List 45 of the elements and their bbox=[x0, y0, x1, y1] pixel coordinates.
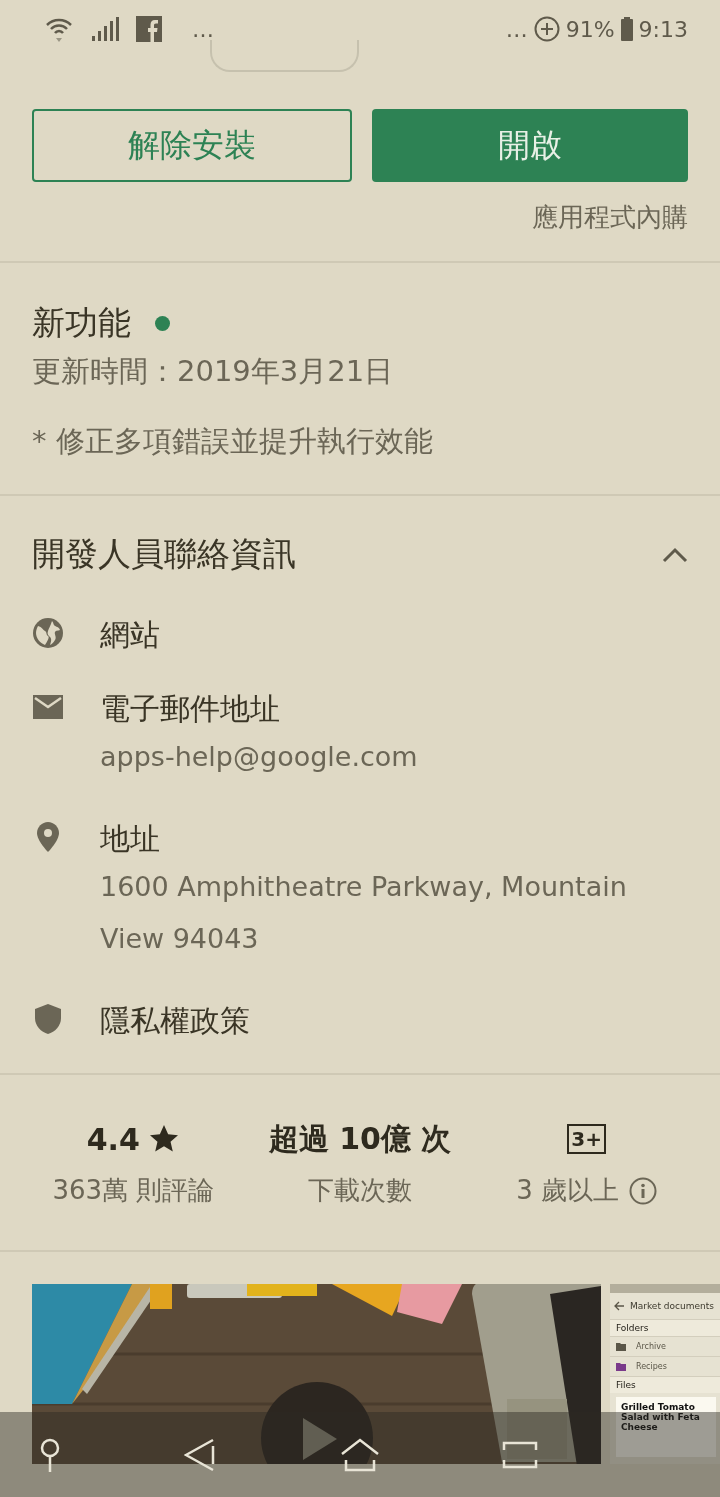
contact-label[interactable]: 隱私權政策 bbox=[100, 1003, 250, 1039]
chevron-up-icon[interactable] bbox=[662, 546, 688, 563]
clock: 9:13 bbox=[638, 16, 688, 42]
contact-detail: 1600 Amphitheatre Parkway, Mountain View 94043 bbox=[100, 870, 628, 956]
age-rating-badge: 3+ bbox=[567, 1124, 606, 1154]
stat-caption: 下載次數 bbox=[308, 1174, 412, 1207]
section-label: Files bbox=[610, 1376, 720, 1393]
folder-name: Recipes bbox=[636, 1362, 667, 1371]
section-label: Folders bbox=[610, 1319, 720, 1336]
folder-icon bbox=[616, 1362, 626, 1371]
screen-title: Market documents bbox=[630, 1301, 714, 1311]
new-dot-icon bbox=[155, 316, 170, 331]
contact-label[interactable]: 地址 bbox=[100, 821, 660, 857]
signal-icon bbox=[90, 14, 120, 44]
back-arrow-icon bbox=[614, 1301, 624, 1311]
contact-label[interactable]: 網站 bbox=[100, 617, 160, 653]
in-app-purchase-note: 應用程式內購 bbox=[531, 201, 688, 234]
folder-name: Archive bbox=[636, 1342, 666, 1351]
file-card: Grilled Tomato Salad with Feta Cheese bbox=[616, 1397, 716, 1457]
stat-caption: 3 歲以上 bbox=[516, 1174, 620, 1207]
back-icon[interactable] bbox=[184, 1437, 216, 1472]
battery-percent: 91% bbox=[565, 16, 615, 42]
more-indicator: … bbox=[192, 16, 214, 42]
rating-value: 4.4 bbox=[86, 1121, 140, 1157]
shield-icon bbox=[32, 1003, 64, 1035]
battery-icon bbox=[620, 17, 633, 41]
globe-icon bbox=[32, 617, 64, 649]
stat-caption: 363萬 則評論 bbox=[52, 1174, 215, 1207]
play-icon bbox=[303, 1418, 337, 1460]
section-title: 開發人員聯絡資訊 bbox=[32, 533, 296, 575]
add-circle-icon bbox=[533, 16, 560, 42]
updated-date: 更新時間：2019年3月21日 bbox=[32, 353, 395, 390]
more-indicator: … bbox=[505, 16, 528, 42]
folder-icon bbox=[616, 1342, 626, 1351]
recent-apps-icon[interactable] bbox=[502, 1439, 538, 1470]
contact-label[interactable]: 電子郵件地址 bbox=[100, 691, 660, 727]
facebook-icon bbox=[136, 16, 162, 42]
home-icon[interactable] bbox=[340, 1437, 380, 1472]
open-button[interactable]: 開啟 bbox=[372, 109, 688, 182]
location-pin-icon[interactable] bbox=[40, 1437, 60, 1472]
download-count: 超過 10億 次 bbox=[268, 1119, 452, 1158]
contact-detail: apps-help@google.com bbox=[100, 740, 419, 774]
info-icon[interactable] bbox=[629, 1176, 658, 1205]
release-notes: * 修正多項錯誤並提升執行效能 bbox=[32, 423, 434, 460]
section-title: 新功能 bbox=[32, 302, 131, 344]
